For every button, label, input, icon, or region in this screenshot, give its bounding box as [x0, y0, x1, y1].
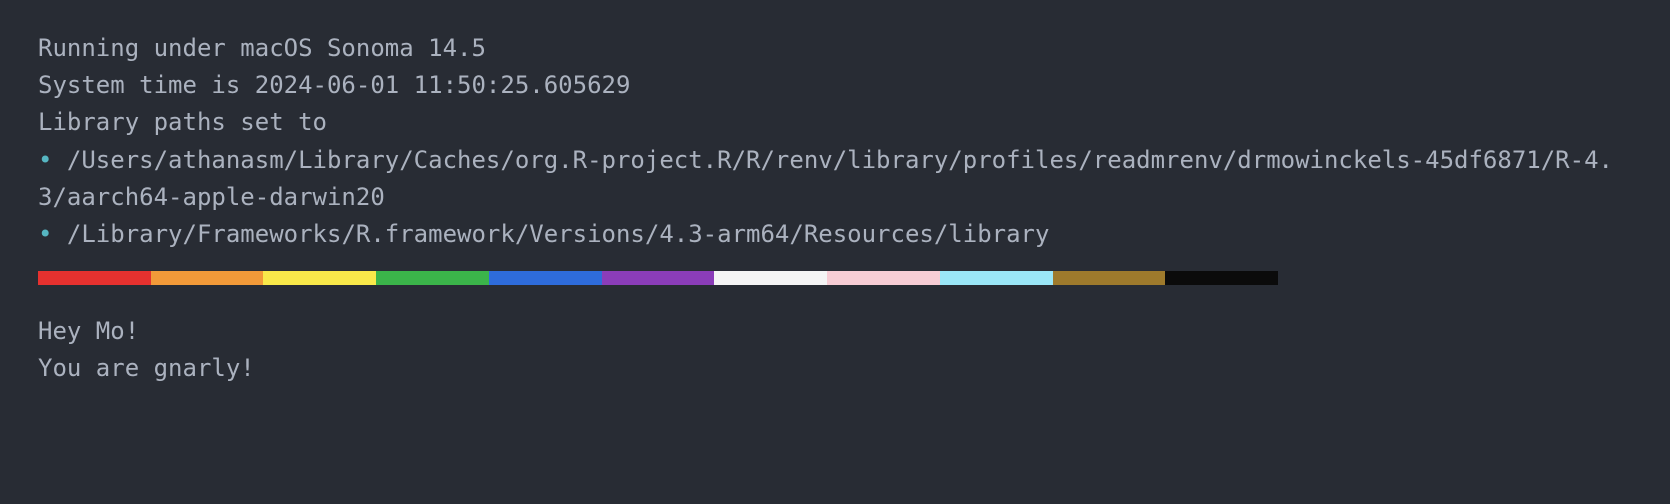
- os-info-line: Running under macOS Sonoma 14.5: [38, 30, 1632, 67]
- stripe-segment: [151, 271, 264, 285]
- stripe-segment: [827, 271, 940, 285]
- stripe-segment: [714, 271, 827, 285]
- greeting-line: You are gnarly!: [38, 350, 1632, 387]
- stripe-segment: [940, 271, 1053, 285]
- bullet-icon: •: [38, 220, 52, 248]
- stripe-segment: [489, 271, 602, 285]
- library-paths-header: Library paths set to: [38, 104, 1632, 141]
- stripe-segment: [1165, 271, 1278, 285]
- library-path-item: • /Library/Frameworks/R.framework/Versio…: [38, 216, 1632, 253]
- bullet-icon: •: [38, 146, 52, 174]
- greeting-line: Hey Mo!: [38, 313, 1632, 350]
- stripe-segment: [1053, 271, 1166, 285]
- stripe-segment: [602, 271, 715, 285]
- library-path-text: /Library/Frameworks/R.framework/Versions…: [52, 220, 1049, 248]
- color-stripe-bar: [38, 271, 1278, 285]
- library-path-item: • /Users/athanasm/Library/Caches/org.R-p…: [38, 142, 1632, 216]
- system-time-line: System time is 2024-06-01 11:50:25.60562…: [38, 67, 1632, 104]
- stripe-segment: [376, 271, 489, 285]
- stripe-segment: [263, 271, 376, 285]
- library-path-text: /Users/athanasm/Library/Caches/org.R-pro…: [38, 146, 1613, 211]
- stripe-segment: [38, 271, 151, 285]
